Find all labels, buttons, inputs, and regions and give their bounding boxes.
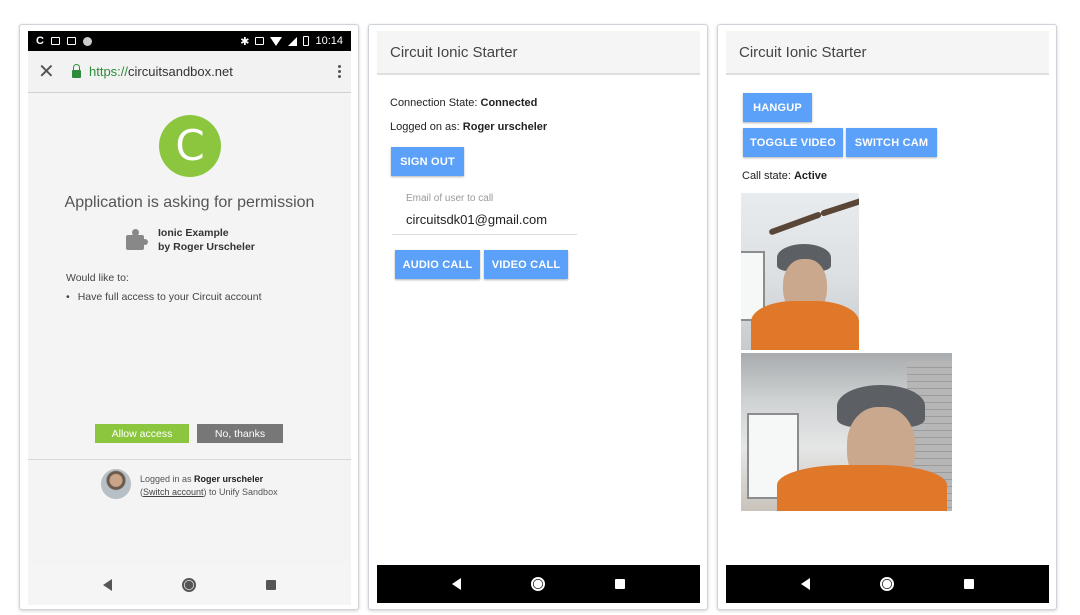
android-nav-bar xyxy=(28,565,351,605)
hangup-button[interactable]: HANGUP xyxy=(743,93,812,122)
logged-on-value: Roger urscheler xyxy=(462,121,548,133)
android-nav-bar xyxy=(377,565,700,603)
avatar xyxy=(101,469,131,499)
toggle-video-button[interactable]: TOGGLE VIDEO xyxy=(743,128,843,157)
home-icon[interactable] xyxy=(531,577,545,591)
back-icon[interactable] xyxy=(801,578,810,590)
phone-permission-screen: C ✱ 10:14 ✕ https://circuitsandbox.net C xyxy=(19,24,359,610)
app-header: Circuit Ionic Starter xyxy=(377,31,700,75)
person-hoodie xyxy=(751,301,859,350)
battery-icon xyxy=(303,36,310,46)
login-info: Logged in as Roger urscheler (Switch acc… xyxy=(140,473,278,499)
call-state-value: Active xyxy=(793,170,827,182)
switch-cam-button[interactable]: SWITCH CAM xyxy=(846,128,937,157)
back-icon[interactable] xyxy=(452,578,461,590)
switch-suffix: ) to Unify Sandbox xyxy=(203,487,278,497)
header-title: Circuit Ionic Starter xyxy=(739,43,867,61)
app-notification-icon xyxy=(82,36,92,46)
phone-logged-in-screen: Circuit Ionic Starter Connection State: … xyxy=(368,24,708,610)
mail-icon xyxy=(50,37,60,45)
local-video xyxy=(741,193,859,350)
no-thanks-button[interactable]: No, thanks xyxy=(197,424,283,443)
logged-in-prefix: Logged in as xyxy=(140,474,195,484)
connection-state-label: Connection State: xyxy=(390,97,481,109)
lock-icon[interactable] xyxy=(72,63,81,78)
ceiling-fan xyxy=(768,194,859,236)
logged-on-as: Logged on as: Roger urscheler xyxy=(390,121,547,133)
android-nav-bar xyxy=(726,565,1049,603)
divider xyxy=(28,459,351,460)
switch-account-link[interactable]: Switch account xyxy=(143,487,204,497)
circuit-notification-icon: C xyxy=(36,35,44,47)
close-tab-icon[interactable]: ✕ xyxy=(38,59,64,84)
would-like-label: Would like to: xyxy=(66,272,129,284)
status-bar: C ✱ 10:14 xyxy=(28,31,351,51)
home-icon[interactable] xyxy=(880,577,894,591)
recents-icon[interactable] xyxy=(964,579,974,589)
recents-icon[interactable] xyxy=(266,580,276,590)
phone-active-call-screen: Circuit Ionic Starter HANGUP TOGGLE VIDE… xyxy=(717,24,1057,610)
email-field[interactable]: circuitsdk01@gmail.com xyxy=(406,212,547,227)
wifi-icon xyxy=(270,36,283,46)
audio-call-button[interactable]: AUDIO CALL xyxy=(395,250,480,279)
image-icon xyxy=(66,37,76,45)
signal-icon xyxy=(288,36,298,46)
browser-toolbar: ✕ https://circuitsandbox.net xyxy=(28,51,351,93)
permission-title: Application is asking for permission xyxy=(64,194,315,211)
screenshot-collage: C ✱ 10:14 ✕ https://circuitsandbox.net C xyxy=(0,0,1080,615)
header-title: Circuit Ionic Starter xyxy=(390,43,518,61)
email-field-underline xyxy=(392,234,577,235)
call-state: Call state: Active xyxy=(742,170,827,182)
remote-video xyxy=(741,353,952,511)
url-scheme: https:// xyxy=(89,64,129,79)
call-state-label: Call state: xyxy=(742,170,794,182)
permission-item: Have full access to your Circuit account xyxy=(66,291,262,303)
connection-state-value: Connected xyxy=(480,97,538,109)
logged-on-label: Logged on as: xyxy=(390,121,463,133)
url-field[interactable]: https://circuitsandbox.net xyxy=(89,64,233,79)
person-hoodie xyxy=(777,465,947,511)
app-header: Circuit Ionic Starter xyxy=(726,31,1049,75)
back-icon[interactable] xyxy=(103,579,112,591)
permission-page: C Application is asking for permission I… xyxy=(28,93,351,565)
vibrate-icon xyxy=(255,37,265,45)
connection-state: Connection State: Connected xyxy=(390,97,537,109)
puzzle-piece-icon xyxy=(124,228,148,252)
bluetooth-icon: ✱ xyxy=(240,35,250,48)
allow-access-button[interactable]: Allow access xyxy=(95,424,189,443)
app-info: Ionic Example by Roger Urscheler xyxy=(124,226,255,254)
clock: 10:14 xyxy=(315,35,343,47)
app-name: Ionic Example xyxy=(158,227,229,239)
logged-in-user: Roger urscheler xyxy=(194,474,264,484)
sign-out-button[interactable]: SIGN OUT xyxy=(391,147,464,176)
more-menu-icon[interactable] xyxy=(338,65,341,78)
recents-icon[interactable] xyxy=(615,579,625,589)
circuit-logo: C xyxy=(159,115,221,177)
home-icon[interactable] xyxy=(182,578,196,592)
app-author: by Roger Urscheler xyxy=(158,241,255,253)
video-call-button[interactable]: VIDEO CALL xyxy=(484,250,568,279)
url-host: circuitsandbox.net xyxy=(128,64,233,79)
email-field-label: Email of user to call xyxy=(406,193,494,204)
